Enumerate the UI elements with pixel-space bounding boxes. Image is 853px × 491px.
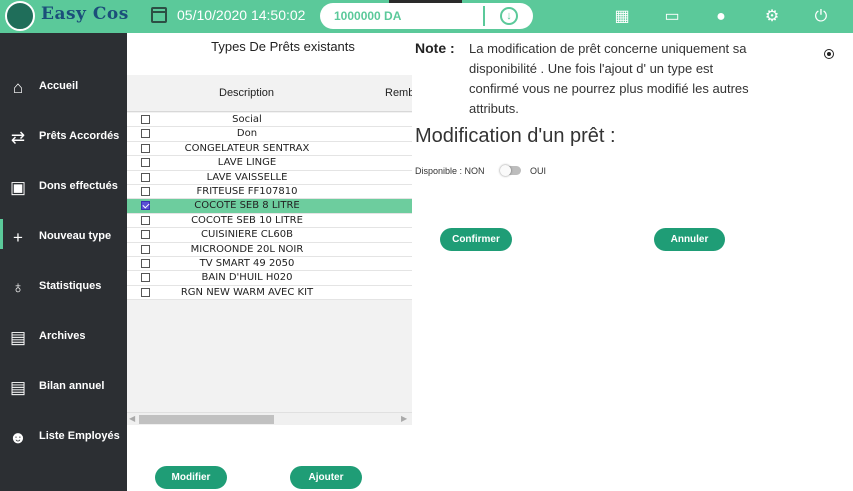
balance-separator [483, 6, 485, 26]
settings-icon[interactable]: ⚙ [762, 7, 782, 27]
archive-icon: ▤ [9, 328, 27, 347]
confirm-button[interactable]: Confirmer [440, 228, 512, 251]
top-bar: Easy Cos 05/10/2020 14:50:02 1000000 DA … [0, 0, 853, 33]
plus-icon: + [13, 228, 23, 247]
row-checkbox[interactable] [141, 129, 150, 139]
row-description: BAIN D'HUIL H020 [201, 272, 293, 284]
app-name: Easy Cos [41, 4, 129, 24]
table-row[interactable]: LAVE VAISSELLE [127, 170, 412, 185]
home-icon: ⌂ [12, 78, 24, 97]
row-checkbox[interactable] [141, 143, 150, 153]
scrollbar-thumb[interactable] [139, 415, 274, 424]
row-description: COCOTE SEB 8 LITRE [194, 200, 300, 212]
user-icon[interactable]: ● [711, 7, 731, 27]
row-checkbox[interactable] [141, 186, 150, 196]
balance-amount: 1000000 DA [334, 9, 402, 23]
modify-button[interactable]: Modifier [155, 466, 227, 489]
loan-types-table: Description Remb Social Don CONGELATEUR SE… [127, 75, 412, 425]
column-header-remb[interactable]: Remb [385, 87, 412, 99]
card-icon[interactable]: ▭ [662, 7, 682, 27]
table-row[interactable]: CUISINIERE CL60B [127, 228, 412, 243]
row-checkbox[interactable] [141, 115, 150, 124]
table-row[interactable]: Don [127, 127, 412, 142]
row-checkbox[interactable] [141, 258, 150, 268]
archive-icon: ▤ [9, 378, 27, 397]
availability-toggle[interactable] [500, 165, 521, 176]
row-checkbox[interactable] [141, 230, 150, 240]
note-text: La modification de prêt concerne uniquem… [469, 41, 749, 116]
datetime-display: 05/10/2020 14:50:02 [177, 7, 306, 23]
money-icon: ▣ [9, 178, 27, 197]
sidebar-item-label: Dons effectués [39, 180, 118, 192]
table-row[interactable]: BAIN D'HUIL H020 [127, 271, 412, 286]
sidebar-item-archives[interactable]: ▤ Archives [0, 316, 127, 362]
availability-label: Disponible : NON [415, 166, 485, 176]
row-checkbox[interactable] [141, 287, 150, 297]
sidebar-item-label: Nouveau type [39, 230, 112, 242]
scroll-left-icon[interactable]: ◀ [129, 413, 135, 425]
table-body: Social Don CONGELATEUR SENTRAX LAVE LINGE LA… [127, 113, 412, 301]
close-icon[interactable] [824, 49, 834, 59]
row-description: COCOTE SEB 10 LITRE [191, 214, 303, 226]
row-description: FRITEUSE FF107810 [196, 185, 298, 197]
table-row[interactable]: COCOTE SEB 10 LITRE [127, 213, 412, 229]
row-checkbox[interactable] [141, 244, 150, 254]
table-row[interactable]: RGN NEW WARM AVEC KIT [127, 285, 412, 301]
table-row[interactable]: FRITEUSE FF107810 [127, 184, 412, 200]
row-description: CUISINIERE CL60B [201, 229, 293, 241]
power-icon[interactable]: ⏻ [811, 7, 831, 27]
moneybag-icon: ♁ [11, 278, 25, 297]
sidebar-item-bilan[interactable]: ▤ Bilan annuel [0, 366, 127, 412]
sidebar-item-label: Statistiques [39, 280, 102, 292]
sidebar-item-label: Accueil [39, 80, 79, 92]
add-button[interactable]: Ajouter [290, 466, 362, 489]
table-row[interactable]: COCOTE SEB 8 LITRE [127, 199, 412, 214]
row-description: LAVE LINGE [217, 157, 277, 169]
note-label: Note : [415, 40, 455, 56]
table-row[interactable]: TV SMART 49 2050 [127, 256, 412, 272]
availability-oui-label: OUI [530, 166, 547, 176]
row-description: TV SMART 49 2050 [199, 257, 295, 269]
row-checkbox[interactable] [141, 273, 150, 283]
scroll-right-icon[interactable]: ▶ [401, 413, 407, 425]
row-description: MICROONDE 20L NOIR [190, 243, 304, 255]
row-description: Social [232, 114, 262, 125]
table-row[interactable]: Social [127, 113, 412, 128]
excel-icon[interactable]: ▦ [612, 7, 632, 27]
sidebar-item-label: Bilan annuel [39, 380, 105, 392]
download-icon[interactable]: ↓ [500, 7, 518, 25]
sidebar-item-employes[interactable]: ☻ Liste Employés [0, 416, 127, 462]
sidebar-item-statistiques[interactable]: ♁ Statistiques [0, 266, 127, 312]
sidebar-item-accueil[interactable]: ⌂ Accueil [0, 66, 127, 112]
sidebar-item-prets-accordes[interactable]: ⇄ Prêts Accordés [0, 116, 127, 162]
row-checkbox[interactable] [141, 158, 150, 168]
list-title: Types De Prêts existants [211, 39, 355, 54]
table-row[interactable]: CONGELATEUR SENTRAX [127, 141, 412, 157]
balance-box: 1000000 DA ↓ [320, 3, 533, 29]
sidebar-item-label: Prêts Accordés [39, 130, 120, 142]
modification-title: Modification d'un prêt : [415, 125, 616, 147]
row-description: RGN NEW WARM AVEC KIT [180, 286, 314, 298]
sidebar-item-label: Archives [39, 330, 86, 342]
sidebar-item-nouveau-type[interactable]: + Nouveau type [0, 216, 127, 262]
table-header: Description Remb [127, 75, 412, 112]
handshake-icon: ⇄ [10, 128, 26, 147]
row-checkbox[interactable] [141, 172, 150, 182]
column-header-description[interactable]: Description [219, 87, 274, 99]
row-description: CONGELATEUR SENTRAX [184, 142, 310, 154]
row-description: Don [236, 128, 258, 140]
row-description: LAVE VAISSELLE [206, 171, 288, 183]
users-icon: ☻ [9, 428, 27, 447]
table-row[interactable]: LAVE LINGE [127, 156, 412, 171]
logo-icon [5, 1, 35, 31]
horizontal-scrollbar[interactable]: ◀ ▶ [127, 412, 412, 425]
calendar-icon [151, 7, 167, 23]
sidebar: ⌂ Accueil ⇄ Prêts Accordés ▣ Dons effect… [0, 33, 127, 491]
row-checkbox[interactable] [141, 201, 150, 211]
cancel-button[interactable]: Annuler [654, 228, 725, 251]
sidebar-item-dons[interactable]: ▣ Dons effectués [0, 166, 127, 212]
table-row[interactable]: MICROONDE 20L NOIR [127, 242, 412, 257]
row-checkbox[interactable] [141, 215, 150, 225]
sidebar-item-label: Liste Employés [39, 430, 120, 442]
